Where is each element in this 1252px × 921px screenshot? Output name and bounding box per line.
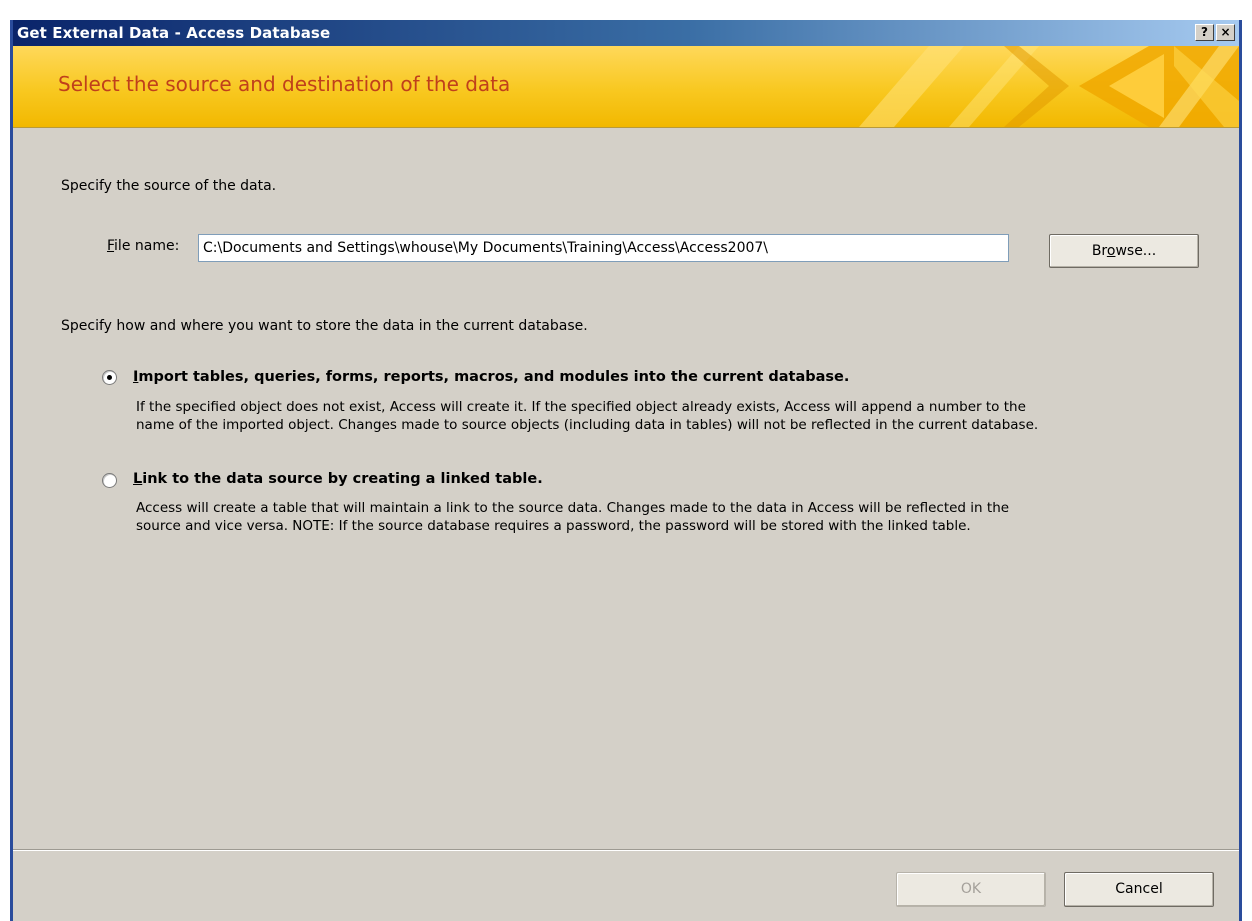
window-title: Get External Data - Access Database (17, 24, 331, 42)
dialog-window: Get External Data - Access Database ? × … (10, 20, 1242, 921)
import-radio-button[interactable] (102, 370, 117, 385)
import-option-description-line: name of the imported object. Changes mad… (136, 417, 1039, 433)
storage-instruction: Specify how and where you want to store … (61, 318, 588, 334)
import-option-description-line: If the specified object does not exist, … (136, 399, 1026, 415)
link-option-description-line: Access will create a table that will mai… (136, 500, 1010, 516)
file-name-input[interactable] (198, 234, 1009, 262)
footer-separator (13, 849, 1239, 851)
link-option-title[interactable]: Link to the data source by creating a li… (133, 471, 543, 487)
link-option-description-line: source and vice versa. NOTE: If the sour… (136, 518, 971, 534)
radio-selected-dot (107, 375, 112, 380)
help-button[interactable]: ? (1195, 24, 1214, 41)
source-instruction: Specify the source of the data. (61, 178, 277, 194)
header-banner: Select the source and destination of the… (13, 46, 1239, 127)
browse-button[interactable]: Browse... (1049, 234, 1199, 268)
title-bar[interactable]: Get External Data - Access Database ? × (13, 20, 1239, 46)
banner-heading: Select the source and destination of the… (58, 72, 511, 96)
link-option-description: Access will create a table that will mai… (136, 499, 1216, 535)
banner-decoration-graphic (859, 46, 1239, 127)
import-option-title[interactable]: Import tables, queries, forms, reports, … (133, 369, 849, 385)
import-option-description: If the specified object does not exist, … (136, 398, 1216, 434)
ok-button[interactable]: OK (896, 872, 1046, 907)
link-radio-button[interactable] (102, 473, 117, 488)
banner-divider (13, 127, 1239, 128)
cancel-button[interactable]: Cancel (1064, 872, 1214, 907)
file-name-label: File name: (107, 238, 180, 254)
close-button[interactable]: × (1216, 24, 1235, 41)
